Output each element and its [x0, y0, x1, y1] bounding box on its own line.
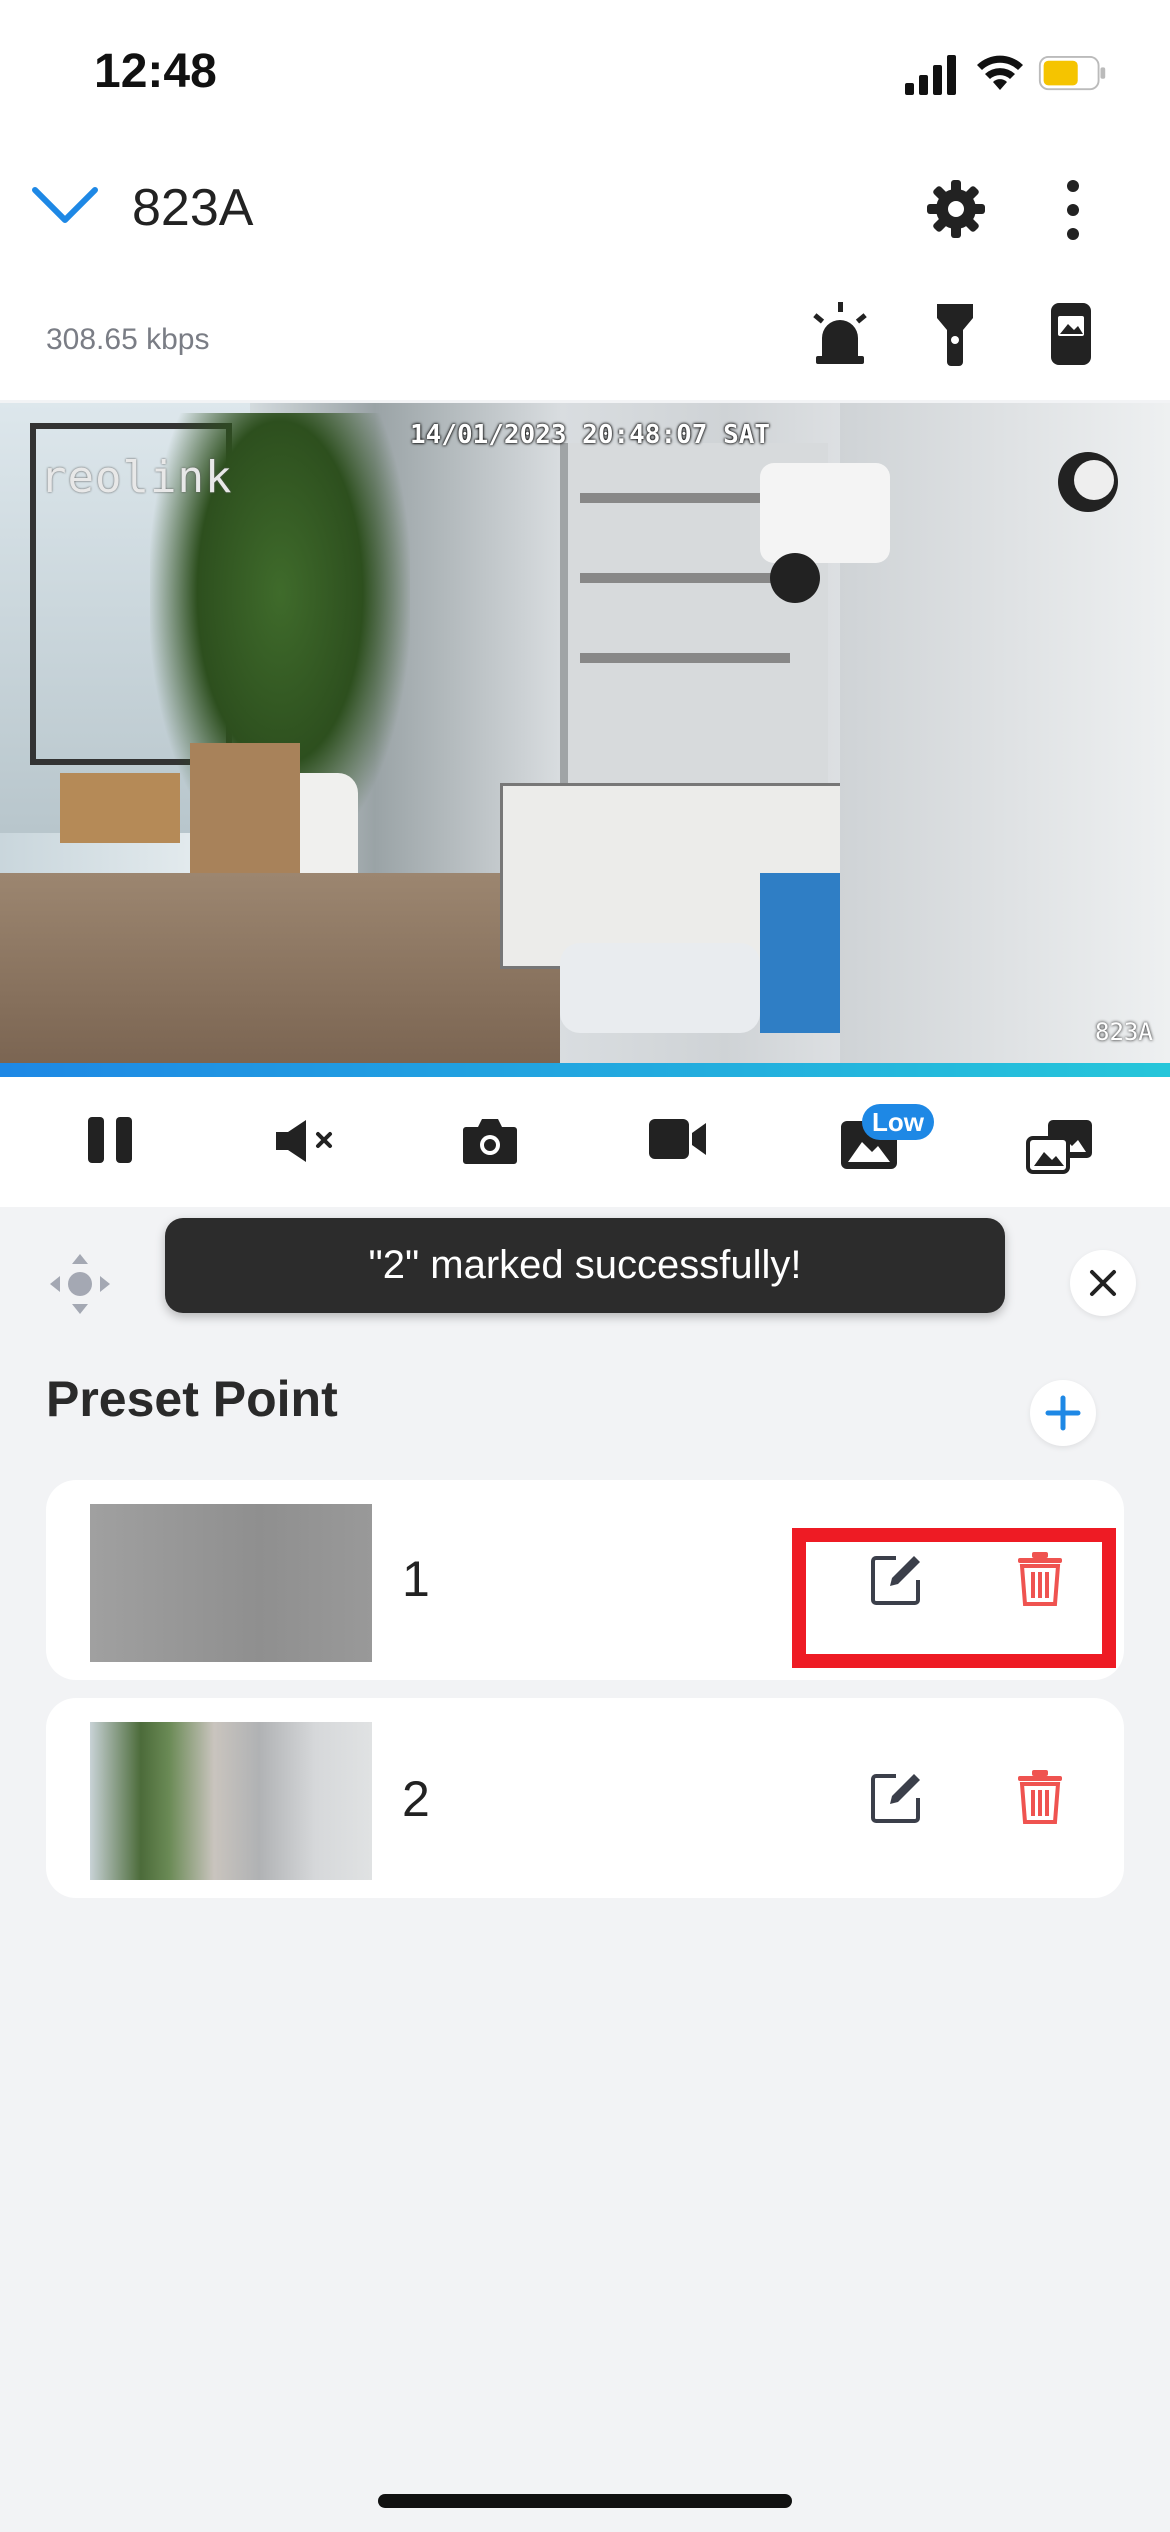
phone-icon[interactable]: [1050, 302, 1092, 366]
quality-low-badge: Low: [862, 1104, 934, 1140]
device-title: 823A: [132, 179, 254, 237]
osd-logo: reolink: [40, 452, 233, 503]
add-preset-button[interactable]: [1030, 1380, 1096, 1446]
picture-in-picture-icon[interactable]: [1026, 1118, 1094, 1174]
status-time: 12:48: [94, 45, 217, 98]
highlight-box: [792, 1528, 1116, 1668]
preset-label: 2: [402, 1771, 430, 1827]
preset-thumbnail: [90, 1504, 372, 1662]
osd-timestamp: 14/01/2023 20:48:07 SAT: [410, 420, 771, 450]
plus-icon: [1045, 1395, 1081, 1431]
close-icon: [1090, 1270, 1116, 1296]
chevron-down-icon[interactable]: [30, 180, 100, 230]
close-button[interactable]: [1070, 1250, 1136, 1316]
video-overlay-toggle[interactable]: [1058, 452, 1118, 512]
home-indicator: [378, 2494, 792, 2508]
cellular-signal-icon: [905, 55, 956, 95]
preset-label: 1: [402, 1551, 430, 1607]
preset-thumbnail: [90, 1722, 372, 1880]
bitrate-label: 308.65 kbps: [46, 323, 210, 356]
stream-progress-bar: [0, 1063, 1170, 1077]
osd-camera-name: 823A: [1095, 1018, 1153, 1046]
edit-icon[interactable]: [870, 1772, 922, 1824]
mute-icon[interactable]: [274, 1118, 336, 1164]
battery-icon: [1038, 56, 1106, 91]
toast-message: "2" marked successfully!: [165, 1218, 1005, 1313]
preset-card[interactable]: 2: [46, 1698, 1124, 1898]
camera-icon[interactable]: [462, 1115, 518, 1165]
video-record-icon[interactable]: [648, 1115, 708, 1163]
siren-icon[interactable]: [808, 302, 872, 366]
more-vertical-icon[interactable]: [1060, 178, 1086, 242]
ptz-dpad-icon[interactable]: [48, 1252, 112, 1316]
flashlight-icon[interactable]: [935, 302, 975, 366]
gear-icon[interactable]: [925, 178, 987, 240]
wifi-icon: [977, 55, 1023, 90]
preset-section-title: Preset Point: [46, 1371, 338, 1427]
pause-icon[interactable]: [86, 1115, 134, 1165]
control-bar: [0, 1077, 1170, 1207]
trash-icon[interactable]: [1016, 1768, 1064, 1824]
